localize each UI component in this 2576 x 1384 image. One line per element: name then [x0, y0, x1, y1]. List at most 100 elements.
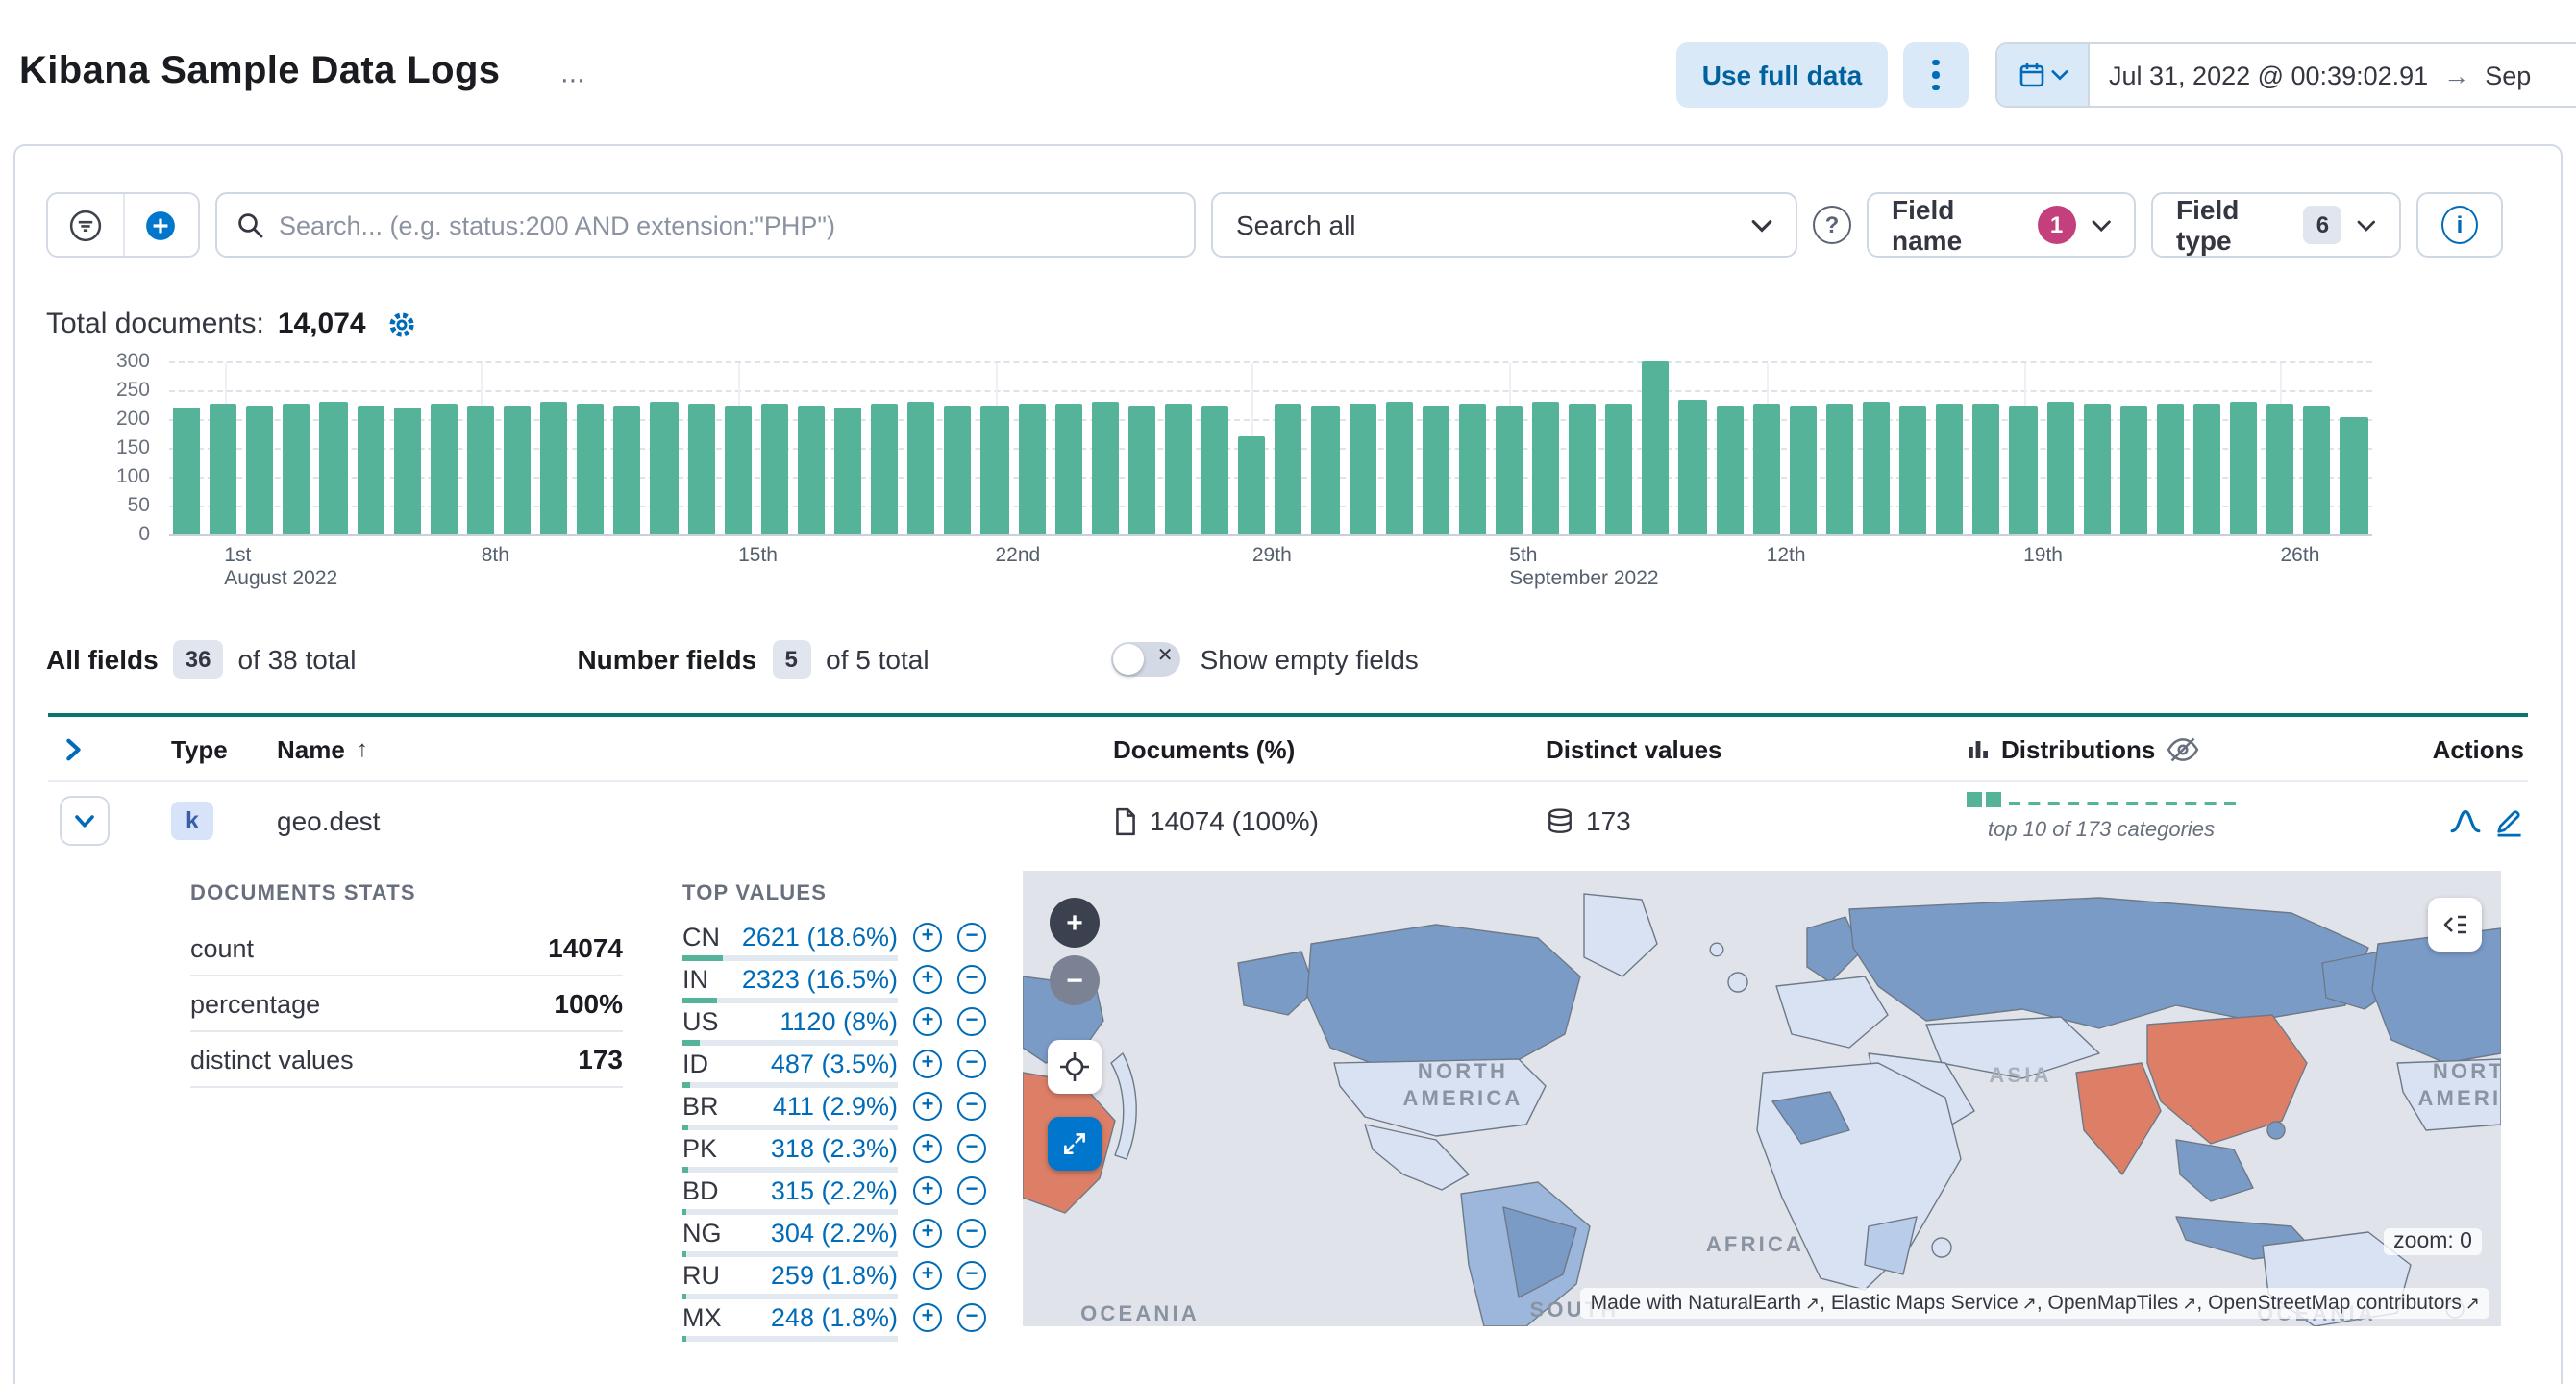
top-value-row: PK 318 (2.3%) + − [682, 1132, 990, 1174]
eye-slash-icon [2167, 736, 2199, 761]
filter-out-value-button[interactable]: − [957, 1049, 986, 1077]
filter-out-value-button[interactable]: − [957, 1091, 986, 1120]
field-detail-panel: DOCUMENTS STATS count 14074 percentage 1… [48, 871, 2528, 1344]
top-value-row: US 1120 (8%) + − [682, 1005, 990, 1048]
show-empty-fields-label: Show empty fields [1200, 644, 1419, 675]
hide-distributions-button[interactable] [2167, 732, 2199, 765]
minus-icon: − [1066, 964, 1083, 997]
map-zoom-level: zoom: 0 [2384, 1228, 2482, 1255]
filter-out-value-button[interactable]: − [957, 1218, 986, 1247]
field-name-filter-button[interactable]: Field name 1 [1867, 192, 2136, 258]
filter-for-value-button[interactable]: + [913, 1049, 942, 1077]
edit-field-button[interactable] [2493, 805, 2524, 836]
filter-for-value-button[interactable]: + [913, 1302, 942, 1331]
top-value-bar-fill [682, 955, 723, 961]
use-full-data-button[interactable]: Use full data [1676, 42, 1888, 108]
show-empty-fields-toggle[interactable]: ✕ Show empty fields [1111, 642, 1419, 677]
filter-out-value-button[interactable]: − [957, 1302, 986, 1331]
document-icon [1116, 806, 1135, 835]
add-filter-button[interactable] [122, 194, 198, 256]
header-name-sort[interactable]: Name ↑ [277, 734, 368, 763]
documents-stats-title: DOCUMENTS STATS [190, 882, 416, 905]
crosshair-icon [1060, 1052, 1089, 1081]
filter-for-value-button[interactable]: + [913, 1091, 942, 1120]
chevron-right-icon [66, 737, 81, 760]
top-values: TOP VALUES CN 2621 (18.6%) + − IN 2323 (… [682, 871, 990, 1344]
top-value-bar-fill [682, 1040, 700, 1046]
table-row: k geo.dest 14074 (100%) 173 top 10 of 17… [48, 782, 2528, 859]
stat-row: distinct values 173 [190, 1032, 623, 1088]
toggle-switch[interactable]: ✕ [1111, 642, 1181, 677]
field-types-info-button[interactable]: i [2416, 192, 2503, 258]
kebab-menu-button[interactable] [1903, 42, 1969, 108]
filter-for-value-button[interactable]: + [913, 922, 942, 951]
expand-all-button[interactable] [60, 735, 87, 762]
top-value-bar-fill [682, 1082, 690, 1088]
field-type-filter-button[interactable]: Field type 6 [2151, 192, 2401, 258]
page-title: Kibana Sample Data Logs [19, 50, 501, 92]
distribution-caption: top 10 of 173 categories [1987, 819, 2216, 842]
histogram-x-axis: 1st August 2022 8th 15th 22nd 29th 5th Septembe… [224, 544, 2320, 590]
date-end: Sep [2485, 61, 2532, 89]
fields-table: Type Name ↑ Documents (%) Distinct value… [48, 713, 2528, 1344]
filter-for-value-button[interactable]: + [913, 1133, 942, 1162]
map-expand-button[interactable] [1048, 1117, 1102, 1171]
map-label: ASIA [1989, 1065, 2052, 1088]
help-button[interactable]: ? [1813, 206, 1851, 244]
documents-stats: DOCUMENTS STATS count 14074 percentage 1… [190, 871, 623, 1088]
map-zoom-out-button[interactable]: − [1050, 955, 1100, 1005]
filter-out-value-button[interactable]: − [957, 1006, 986, 1035]
field-statistics-button[interactable] [2449, 804, 2482, 837]
total-documents-row: Total documents: 14,074 [46, 308, 2530, 340]
date-start: Jul 31, 2022 @ 00:39:02.91 [2109, 61, 2429, 89]
distinct-values: 173 [1586, 805, 1631, 836]
sort-asc-icon: ↑ [356, 735, 368, 762]
breadcrumb-menu-button[interactable]: ⋯ [554, 67, 592, 96]
date-range-display[interactable]: Jul 31, 2022 @ 00:39:02.91 → Sep [2090, 44, 2576, 106]
chart-icon [1969, 741, 1988, 758]
top-value-row: RU 259 (1.8%) + − [682, 1259, 990, 1301]
filter-in-circle-button[interactable] [48, 194, 122, 256]
map-label: NORTH AMERICA [2417, 1061, 2501, 1111]
histogram-bars [169, 360, 2372, 536]
filter-out-value-button[interactable]: − [957, 1175, 986, 1204]
filter-out-value-button[interactable]: − [957, 1260, 986, 1289]
map-legend-toggle-button[interactable] [2428, 898, 2482, 952]
chevron-down-icon [2050, 70, 2068, 81]
chart-settings-button[interactable] [387, 309, 418, 339]
filter-for-value-button[interactable]: + [913, 1218, 942, 1247]
map-zoom-in-button[interactable]: + [1050, 898, 1100, 948]
field-name: geo.dest [277, 805, 381, 836]
search-mode-select[interactable]: Search all [1211, 192, 1797, 258]
map-label: NORTH AMERICA [1402, 1061, 1523, 1111]
close-icon: ✕ [1156, 645, 1174, 666]
search-input[interactable] [279, 210, 1175, 239]
filter-for-value-button[interactable]: + [913, 1175, 942, 1204]
header-distributions: Distributions [2001, 734, 2156, 763]
header-type: Type [171, 734, 228, 763]
filter-for-value-button[interactable]: + [913, 1260, 942, 1289]
stat-row: count 14074 [190, 921, 623, 976]
map-attribution[interactable]: Made with NaturalEarth ↗, Elastic Maps Se… [1580, 1288, 2489, 1319]
calendar-button[interactable] [1997, 44, 2090, 106]
filter-out-value-button[interactable]: − [957, 1133, 986, 1162]
search-box [215, 192, 1196, 258]
kebab-icon [1932, 59, 1940, 66]
filter-for-value-button[interactable]: + [913, 964, 942, 993]
toolbar: Search all ? Field name 1 Field type 6 [46, 192, 2530, 258]
pencil-icon [2497, 809, 2521, 836]
total-documents-value: 14,074 [277, 308, 366, 340]
top-value-row: NG 304 (2.2%) + − [682, 1217, 990, 1259]
map-label: AFRICA [1705, 1234, 1805, 1257]
filter-out-value-button[interactable]: − [957, 922, 986, 951]
filter-out-value-button[interactable]: − [957, 964, 986, 993]
number-fields-summary: Number fields 5 of 5 total [577, 640, 929, 679]
map-locate-button[interactable] [1048, 1040, 1102, 1094]
collapse-row-button[interactable] [60, 796, 110, 846]
distribution-preview: top 10 of 173 categories [1967, 790, 2236, 842]
header-actions: Actions [2432, 734, 2524, 763]
filter-button-group [46, 192, 200, 258]
top-value-row: IN 2323 (16.5%) + − [682, 963, 990, 1005]
top-value-row: MX 248 (1.8%) + − [682, 1301, 990, 1344]
filter-for-value-button[interactable]: + [913, 1006, 942, 1035]
